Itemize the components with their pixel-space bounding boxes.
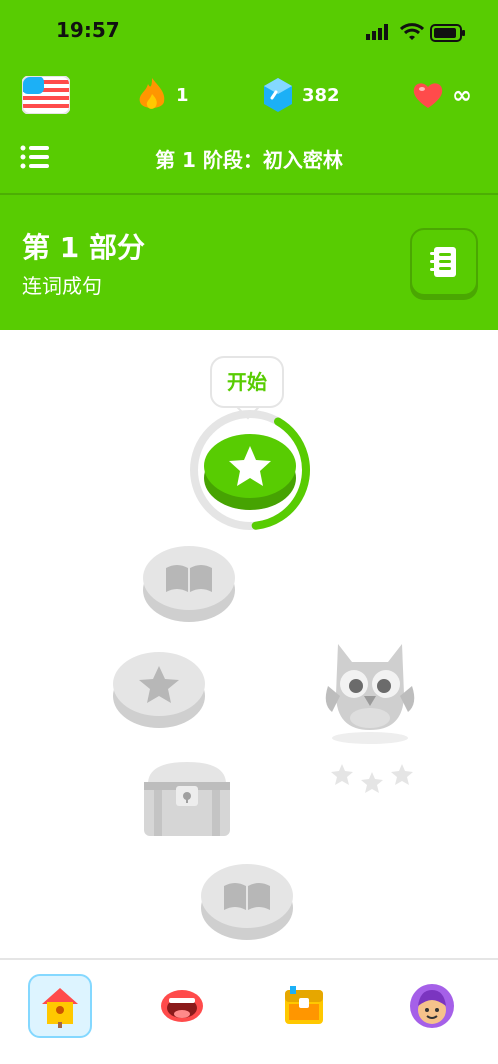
header-divider	[0, 193, 498, 195]
unit-title: 第 1 阶段：初入密林	[155, 148, 343, 172]
star-icon-1	[331, 764, 353, 785]
nav-profile[interactable]	[400, 974, 464, 1038]
gems-count: 382	[302, 84, 340, 106]
guidebook-button[interactable]	[410, 228, 478, 296]
flame-icon	[139, 78, 165, 109]
wifi-icon	[400, 23, 424, 40]
hearts-count: ∞	[452, 81, 472, 109]
streak-counter[interactable]: 1	[136, 70, 189, 120]
star-icon-2	[361, 772, 383, 793]
nav-home[interactable]	[28, 974, 92, 1038]
heart-icon	[413, 83, 443, 108]
section-title: 第 1 部分	[22, 231, 145, 264]
battery-icon	[430, 24, 465, 42]
speak-icon	[161, 990, 203, 1022]
start-tooltip[interactable]: 开始	[210, 356, 284, 408]
gems-counter[interactable]: 382	[262, 70, 340, 120]
section-subtitle: 连词成句	[22, 274, 102, 298]
bottom-nav	[0, 958, 498, 1064]
lesson-node-locked-book-2[interactable]	[198, 858, 296, 948]
nav-shop[interactable]	[272, 974, 336, 1038]
chest-icon	[285, 986, 323, 1024]
nav-speak[interactable]	[150, 974, 214, 1038]
gem-icon	[264, 78, 292, 112]
lesson-node-locked-star[interactable]	[110, 646, 208, 736]
language-flag-button[interactable]	[22, 70, 70, 120]
profile-icon	[410, 984, 454, 1028]
signal-icon	[366, 24, 388, 40]
status-time: 19:57	[56, 18, 120, 42]
status-bar: 19:57	[0, 0, 498, 66]
streak-count: 1	[176, 84, 189, 106]
stats-bar: 1 382 ∞	[0, 70, 498, 120]
lesson-node-active[interactable]	[180, 408, 320, 536]
owl-mascot	[318, 634, 422, 750]
star-icon-3	[391, 764, 413, 785]
chest-reward-node[interactable]	[138, 756, 236, 844]
guidebook-icon	[430, 247, 456, 277]
home-icon	[42, 988, 78, 1028]
us-flag-icon	[22, 76, 70, 114]
hearts-counter[interactable]: ∞	[412, 70, 472, 120]
lesson-node-locked-book[interactable]	[140, 540, 238, 630]
rating-stars	[331, 764, 413, 793]
unit-header: 第 1 阶段：初入密林	[0, 132, 498, 182]
